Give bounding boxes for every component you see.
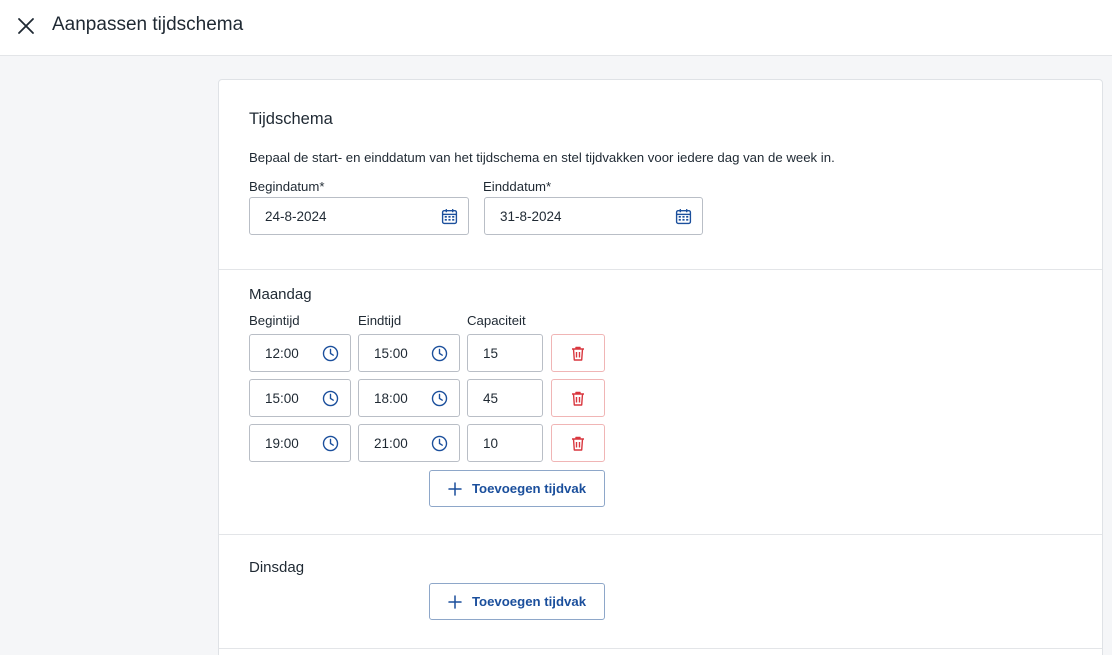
end-date-field[interactable]: 31-8-2024 bbox=[484, 197, 703, 235]
slot-capacity-value: 10 bbox=[483, 435, 499, 451]
slot-begin-time-field[interactable]: 12:00 bbox=[249, 334, 351, 372]
slot-begin-time-value: 15:00 bbox=[265, 390, 299, 406]
slot-begin-time-field[interactable]: 19:00 bbox=[249, 424, 351, 462]
close-button[interactable] bbox=[15, 15, 37, 37]
start-date-label: Begindatum* bbox=[249, 179, 325, 194]
clock-icon[interactable] bbox=[431, 435, 448, 452]
slot-begin-time-value: 12:00 bbox=[265, 345, 299, 361]
schedule-card: Tijdschema Bepaal de start- en einddatum… bbox=[218, 79, 1103, 655]
delete-slot-button[interactable] bbox=[551, 424, 605, 462]
add-timeslot-button-monday[interactable]: Toevoegen tijdvak bbox=[429, 470, 605, 507]
end-date-label: Einddatum* bbox=[483, 179, 551, 194]
slot-end-time-field[interactable]: 21:00 bbox=[358, 424, 460, 462]
slot-end-time-value: 18:00 bbox=[374, 390, 408, 406]
start-date-value: 24-8-2024 bbox=[265, 208, 327, 224]
delete-slot-button[interactable] bbox=[551, 334, 605, 372]
close-icon bbox=[18, 18, 34, 34]
day-title-monday: Maandag bbox=[249, 286, 312, 303]
delete-slot-button[interactable] bbox=[551, 379, 605, 417]
end-date-value: 31-8-2024 bbox=[500, 208, 562, 224]
section-divider bbox=[219, 534, 1102, 535]
section-divider bbox=[219, 648, 1102, 649]
slot-begin-time-value: 19:00 bbox=[265, 435, 299, 451]
slot-end-time-field[interactable]: 15:00 bbox=[358, 334, 460, 372]
add-timeslot-label: Toevoegen tijdvak bbox=[471, 481, 587, 496]
slot-capacity-value: 45 bbox=[483, 390, 499, 406]
add-timeslot-button-tuesday[interactable]: Toevoegen tijdvak bbox=[429, 583, 605, 620]
day-title-tuesday: Dinsdag bbox=[249, 559, 305, 576]
page-title: Aanpassen tijdschema bbox=[52, 14, 244, 35]
calendar-icon[interactable] bbox=[441, 208, 458, 225]
top-bar: Aanpassen tijdschema bbox=[0, 0, 1112, 56]
clock-icon[interactable] bbox=[322, 390, 339, 407]
slot-end-time-value: 21:00 bbox=[374, 435, 408, 451]
required-mark: * bbox=[546, 179, 552, 194]
trash-icon bbox=[572, 346, 584, 361]
plus-icon bbox=[448, 481, 462, 496]
trash-icon bbox=[572, 436, 584, 451]
slot-end-time-field[interactable]: 18:00 bbox=[358, 379, 460, 417]
slot-capacity-field[interactable]: 15 bbox=[467, 334, 543, 372]
slot-capacity-field[interactable]: 10 bbox=[467, 424, 543, 462]
calendar-icon[interactable] bbox=[675, 208, 692, 225]
schedule-section-title: Tijdschema bbox=[249, 110, 333, 128]
trash-icon bbox=[572, 391, 584, 406]
clock-icon[interactable] bbox=[431, 390, 448, 407]
start-date-field[interactable]: 24-8-2024 bbox=[249, 197, 469, 235]
section-divider bbox=[219, 269, 1102, 270]
required-mark: * bbox=[319, 179, 325, 194]
start-date-label-text: Begindatum bbox=[249, 179, 320, 194]
clock-icon[interactable] bbox=[322, 345, 339, 362]
schedule-description: Bepaal de start- en einddatum van het ti… bbox=[249, 150, 835, 165]
slot-capacity-value: 15 bbox=[483, 345, 499, 361]
col-capacity-label: Capaciteit bbox=[467, 313, 526, 328]
clock-icon[interactable] bbox=[431, 345, 448, 362]
slot-capacity-field[interactable]: 45 bbox=[467, 379, 543, 417]
add-timeslot-label: Toevoegen tijdvak bbox=[471, 594, 587, 609]
col-end-label: Eindtijd bbox=[358, 313, 402, 328]
end-date-label-text: Einddatum bbox=[483, 179, 547, 194]
slot-end-time-value: 15:00 bbox=[374, 345, 408, 361]
col-begin-label: Begintijd bbox=[249, 313, 300, 328]
clock-icon[interactable] bbox=[322, 435, 339, 452]
slot-begin-time-field[interactable]: 15:00 bbox=[249, 379, 351, 417]
plus-icon bbox=[448, 594, 462, 609]
